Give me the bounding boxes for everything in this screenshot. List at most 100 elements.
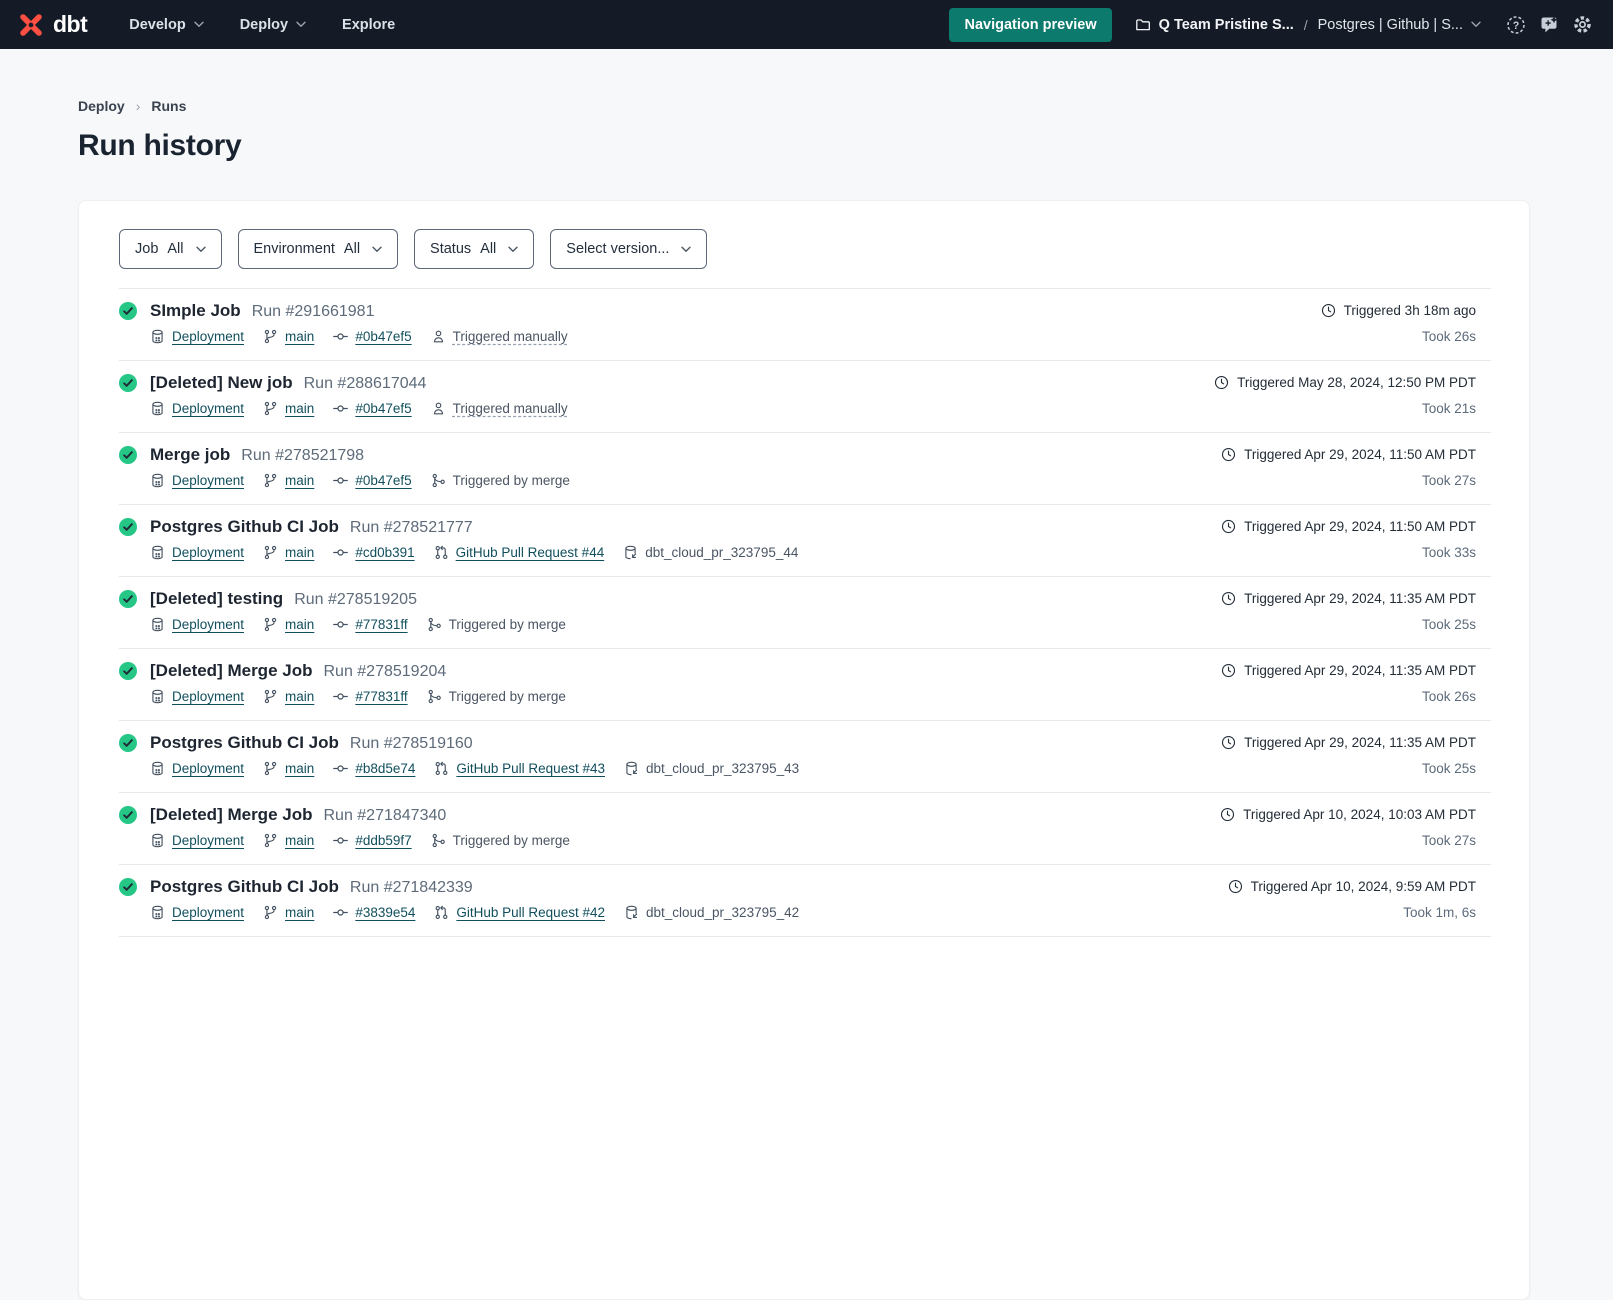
database-icon	[150, 473, 165, 488]
environment-link[interactable]: Deployment	[172, 689, 244, 704]
nav-item-develop[interactable]: Develop	[129, 17, 203, 33]
branch-link[interactable]: main	[285, 473, 314, 488]
environment-link[interactable]: Deployment	[172, 833, 244, 848]
branch-link[interactable]: main	[285, 833, 314, 848]
trigger-label: Triggered by merge	[453, 833, 570, 848]
commit-link[interactable]: #cd0b391	[355, 545, 414, 560]
environment-link[interactable]: Deployment	[172, 617, 244, 632]
clock-icon	[1220, 807, 1235, 822]
run-job-name[interactable]: Postgres Github CI Job	[150, 733, 339, 753]
run-number: Run #291661981	[252, 303, 375, 321]
run-job-name[interactable]: [Deleted] Merge Job	[150, 661, 312, 681]
job-filter[interactable]: Job All	[119, 229, 222, 269]
commit-info: #3839e54	[333, 905, 415, 920]
environment-link[interactable]: Deployment	[172, 401, 244, 416]
commit-link[interactable]: #0b47ef5	[355, 401, 411, 416]
trigger-label: Triggered by merge	[449, 689, 566, 704]
run-row[interactable]: Postgres Github CI Job Run #278521777 De…	[119, 504, 1491, 576]
account-selector[interactable]: Q Team Pristine S...	[1135, 17, 1294, 33]
breadcrumb-deploy[interactable]: Deploy	[78, 98, 125, 114]
status-filter[interactable]: Status All	[414, 229, 534, 269]
branch-info: main	[263, 689, 314, 704]
feedback-button[interactable]	[1539, 15, 1559, 35]
environment-filter[interactable]: Environment All	[238, 229, 399, 269]
run-row[interactable]: [Deleted] testing Run #278519205 Deploym…	[119, 576, 1491, 648]
run-job-name[interactable]: SImple Job	[150, 301, 241, 321]
dbt-logo[interactable]: dbt	[16, 10, 87, 40]
git-commit-icon	[333, 545, 348, 560]
environment-link[interactable]: Deployment	[172, 473, 244, 488]
run-row[interactable]: [Deleted] Merge Job Run #278519204 Deplo…	[119, 648, 1491, 720]
schema-info: dbt_cloud_pr_323795_43	[624, 761, 799, 776]
run-row[interactable]: [Deleted] Merge Job Run #271847340 Deplo…	[119, 792, 1491, 864]
run-row[interactable]: Postgres Github CI Job Run #278519160 De…	[119, 720, 1491, 792]
pull-request-link[interactable]: GitHub Pull Request #44	[456, 545, 605, 560]
run-duration: Took 25s	[1221, 761, 1476, 776]
commit-link[interactable]: #0b47ef5	[355, 329, 411, 344]
version-filter[interactable]: Select version...	[550, 229, 707, 269]
run-job-name[interactable]: Postgres Github CI Job	[150, 877, 339, 897]
commit-info: #0b47ef5	[333, 329, 411, 344]
triggered-time-label: Triggered Apr 29, 2024, 11:35 AM PDT	[1244, 663, 1476, 678]
run-duration: Took 26s	[1321, 329, 1476, 344]
pull-request-link[interactable]: GitHub Pull Request #42	[456, 905, 605, 920]
branch-link[interactable]: main	[285, 401, 314, 416]
pull-request-icon	[434, 905, 449, 920]
run-job-name[interactable]: [Deleted] New job	[150, 373, 293, 393]
run-row[interactable]: [Deleted] New job Run #288617044 Deploym…	[119, 360, 1491, 432]
environment-link[interactable]: Deployment	[172, 545, 244, 560]
branch-info: main	[263, 833, 314, 848]
commit-link[interactable]: #0b47ef5	[355, 473, 411, 488]
nav-item-explore[interactable]: Explore	[342, 17, 395, 33]
branch-info: main	[263, 905, 314, 920]
branch-link[interactable]: main	[285, 617, 314, 632]
branch-link[interactable]: main	[285, 761, 314, 776]
project-selector[interactable]: Postgres | Github | S...	[1318, 17, 1481, 33]
trigger-label[interactable]: Triggered manually	[453, 401, 568, 416]
run-timing: Triggered Apr 29, 2024, 11:35 AM PDT Too…	[1221, 589, 1491, 648]
run-row[interactable]: Merge job Run #278521798 Deployment main…	[119, 432, 1491, 504]
branch-link[interactable]: main	[285, 905, 314, 920]
nav-icon-buttons: ?	[1506, 14, 1593, 35]
commit-link[interactable]: #77831ff	[355, 689, 407, 704]
help-icon: ?	[1506, 15, 1526, 35]
run-job-name[interactable]: [Deleted] testing	[150, 589, 283, 609]
nav-item-develop-label: Develop	[129, 17, 185, 33]
navigation-preview-button[interactable]: Navigation preview	[949, 8, 1111, 42]
environment-link[interactable]: Deployment	[172, 761, 244, 776]
git-branch-icon	[263, 473, 278, 488]
run-job-name[interactable]: Merge job	[150, 445, 230, 465]
pull-request-icon	[434, 545, 449, 560]
database-icon	[150, 545, 165, 560]
breadcrumb-runs[interactable]: Runs	[151, 98, 186, 114]
commit-info: #0b47ef5	[333, 401, 411, 416]
run-job-name[interactable]: [Deleted] Merge Job	[150, 805, 312, 825]
chevron-down-icon	[681, 246, 691, 253]
status-filter-label: Status	[430, 241, 471, 257]
run-main: [Deleted] New job Run #288617044 Deploym…	[150, 373, 568, 432]
settings-button[interactable]	[1572, 14, 1593, 35]
run-row[interactable]: Postgres Github CI Job Run #271842339 De…	[119, 864, 1491, 936]
pull-request-link[interactable]: GitHub Pull Request #43	[456, 761, 605, 776]
commit-link[interactable]: #77831ff	[355, 617, 407, 632]
run-main: [Deleted] testing Run #278519205 Deploym…	[150, 589, 566, 648]
help-button[interactable]: ?	[1506, 15, 1526, 35]
nav-item-deploy[interactable]: Deploy	[240, 17, 306, 33]
commit-link[interactable]: #ddb59f7	[355, 833, 411, 848]
schema-icon	[624, 761, 639, 776]
environment-link[interactable]: Deployment	[172, 905, 244, 920]
git-commit-icon	[333, 329, 348, 344]
clock-icon	[1221, 447, 1236, 462]
environment-link[interactable]: Deployment	[172, 329, 244, 344]
branch-link[interactable]: main	[285, 329, 314, 344]
branch-link[interactable]: main	[285, 545, 314, 560]
commit-link[interactable]: #3839e54	[355, 905, 415, 920]
trigger-label[interactable]: Triggered manually	[453, 329, 568, 344]
chevron-down-icon	[194, 21, 204, 28]
commit-link[interactable]: #b8d5e74	[355, 761, 415, 776]
run-job-name[interactable]: Postgres Github CI Job	[150, 517, 339, 537]
clock-icon	[1221, 735, 1236, 750]
run-number: Run #278521777	[350, 519, 473, 537]
branch-link[interactable]: main	[285, 689, 314, 704]
run-row[interactable]: SImple Job Run #291661981 Deployment mai…	[119, 288, 1491, 360]
